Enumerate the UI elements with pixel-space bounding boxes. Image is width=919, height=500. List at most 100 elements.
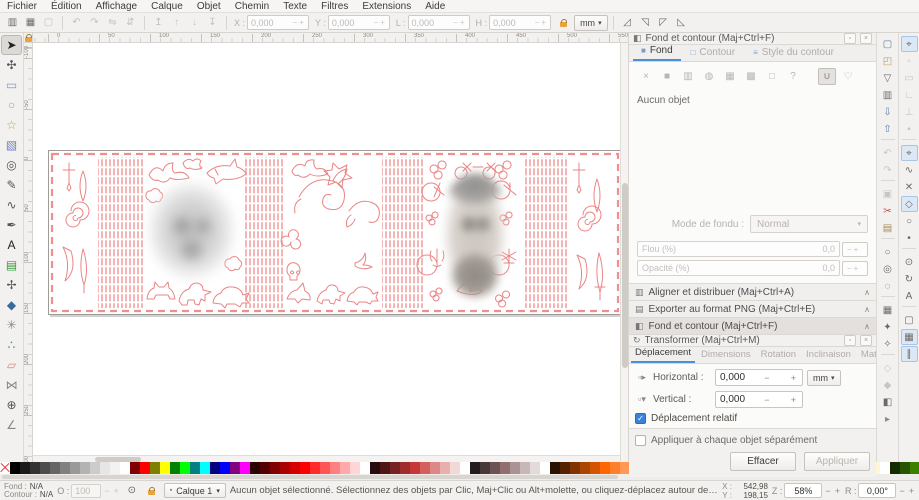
snap-button[interactable]: ⊙ — [901, 254, 918, 270]
command-button[interactable]: ⇧ — [879, 121, 896, 137]
command-button[interactable]: ▣ — [879, 186, 896, 202]
command-button[interactable]: ○ — [879, 244, 896, 260]
ctrlbar-button[interactable]: ↑ — [168, 15, 185, 31]
palette-swatch[interactable] — [530, 462, 540, 474]
ctrlbar-button[interactable]: ▢ — [40, 15, 57, 31]
palette-swatch[interactable] — [560, 462, 570, 474]
transform-unit-dropdown[interactable]: mm▾ — [807, 370, 841, 386]
ctrlbar-button[interactable]: ▥ — [4, 15, 21, 31]
toolbox-tool[interactable]: ✳ — [1, 315, 22, 335]
rotation-input[interactable]: 0,00° — [858, 483, 896, 498]
palette-swatch[interactable] — [500, 462, 510, 474]
command-button[interactable]: ◎ — [879, 261, 896, 277]
palette-swatch[interactable] — [60, 462, 70, 474]
opacity-input[interactable]: 100 — [71, 484, 101, 498]
command-button[interactable] — [881, 139, 895, 143]
toolbox-tool[interactable]: ◆ — [1, 295, 22, 315]
menu-item[interactable]: Calque — [144, 0, 190, 13]
toolbox-tool[interactable]: ∿ — [1, 195, 22, 215]
palette-swatch[interactable] — [540, 462, 550, 474]
palette-swatch[interactable] — [570, 462, 580, 474]
palette-swatch[interactable] — [490, 462, 500, 474]
coordinate-input[interactable]: 0,000 −+ — [489, 15, 551, 30]
snap-button[interactable]: ▦ — [901, 329, 918, 345]
command-button[interactable]: ▽ — [879, 70, 896, 86]
paint-type-button[interactable]: × — [637, 68, 655, 85]
ctrlbar-button[interactable]: ⇋ — [104, 15, 121, 31]
toolbox-tool[interactable]: ✣ — [1, 55, 22, 75]
snap-button[interactable]: ∿ — [901, 162, 918, 178]
palette-swatch[interactable] — [890, 462, 900, 474]
coordinate-input[interactable]: 0,000 −+ — [408, 15, 470, 30]
transform-tab[interactable]: Dimensions — [697, 347, 755, 363]
palette-swatch[interactable] — [210, 462, 220, 474]
palette-swatch[interactable] — [550, 462, 560, 474]
checkbox-checked[interactable]: ✓ — [635, 413, 646, 424]
paint-type-button[interactable]: ? — [784, 68, 802, 85]
palette-swatch[interactable] — [190, 462, 200, 474]
palette-swatch[interactable] — [260, 462, 270, 474]
fill-stroke-indicator[interactable]: Fond :N/A Contour :N/A — [4, 483, 53, 499]
unit-dropdown[interactable]: mm▾ — [574, 15, 608, 31]
palette-swatch[interactable] — [880, 462, 890, 474]
ctrlbar-button[interactable]: ↧ — [204, 15, 221, 31]
palette-swatch[interactable] — [390, 462, 400, 474]
collapsed-panel-bar[interactable]: ▤ Exporter au format PNG (Maj+Ctrl+E) ∧ — [629, 301, 876, 318]
command-button[interactable]: ✦ — [879, 319, 896, 335]
palette-swatch[interactable] — [580, 462, 590, 474]
snap-button[interactable]: ⌖ — [901, 145, 918, 161]
palette-swatch[interactable] — [440, 462, 450, 474]
layer-dropdown[interactable]: ▪ Calque 1 ▾ — [164, 483, 226, 498]
toolbox-tool[interactable]: ✒ — [1, 215, 22, 235]
apply-button[interactable]: Appliquer — [804, 452, 870, 471]
toolbox-tool[interactable]: ▤ — [1, 255, 22, 275]
transform-tab[interactable]: Inclinaison — [802, 347, 855, 363]
snap-button[interactable]: ▪ — [901, 121, 918, 137]
palette-swatch[interactable] — [420, 462, 430, 474]
palette-swatch[interactable] — [160, 462, 170, 474]
snap-button[interactable]: ◇ — [901, 196, 918, 212]
palette-swatch[interactable] — [370, 462, 380, 474]
coordinate-input[interactable]: 0,000 −+ — [247, 15, 309, 30]
palette-swatch[interactable] — [10, 462, 20, 474]
palette-swatch[interactable] — [30, 462, 40, 474]
paint-type-button[interactable]: ▦ — [721, 68, 739, 85]
checkbox-unchecked[interactable] — [635, 435, 646, 446]
scale-option-button[interactable]: ◿ — [619, 15, 636, 31]
toolbox-tool[interactable]: ○ — [1, 95, 22, 115]
command-button[interactable]: ⇩ — [879, 104, 896, 120]
palette-swatch[interactable] — [480, 462, 490, 474]
snap-button[interactable]: ✕ — [901, 179, 918, 195]
command-button[interactable] — [881, 180, 895, 184]
palette-swatch[interactable] — [280, 462, 290, 474]
menu-item[interactable]: Édition — [44, 0, 89, 13]
toolbox-tool[interactable]: ◎ — [1, 155, 22, 175]
fill-rule-button[interactable]: ∪ — [818, 68, 836, 85]
document-page[interactable] — [48, 150, 622, 315]
opacity-slider[interactable]: Opacité (%)0,0 — [637, 260, 840, 276]
menu-item[interactable]: Extensions — [355, 0, 418, 13]
palette-swatch[interactable] — [200, 462, 210, 474]
palette-swatch[interactable] — [380, 462, 390, 474]
palette-swatch[interactable] — [600, 462, 610, 474]
command-button[interactable]: ▢ — [879, 36, 896, 52]
command-button[interactable]: ◧ — [879, 394, 896, 410]
menu-item[interactable]: Fichier — [0, 0, 44, 13]
zoom-input[interactable]: 58% — [784, 483, 822, 498]
snap-button[interactable]: ▭ — [901, 70, 918, 86]
ctrlbar-button[interactable]: ▦ — [22, 15, 39, 31]
palette-swatch[interactable] — [410, 462, 420, 474]
palette-swatch[interactable] — [80, 462, 90, 474]
palette-swatch[interactable] — [450, 462, 460, 474]
blend-mode-dropdown[interactable]: Normal▾ — [750, 215, 868, 233]
apply-each-checkbox-row[interactable]: Appliquer à chaque objet séparément — [635, 435, 870, 446]
horizontal-input[interactable]: 0,000 −+ — [715, 369, 803, 386]
command-button[interactable]: ◰ — [879, 53, 896, 69]
horizontal-scrollbar[interactable] — [33, 455, 620, 462]
snap-button[interactable]: ∟ — [901, 87, 918, 103]
lock-ratio-icon[interactable] — [555, 15, 572, 31]
snap-button[interactable] — [902, 248, 916, 252]
scale-option-button[interactable]: ◸ — [655, 15, 672, 31]
palette-swatch[interactable] — [150, 462, 160, 474]
palette-swatch-none[interactable] — [0, 462, 10, 474]
